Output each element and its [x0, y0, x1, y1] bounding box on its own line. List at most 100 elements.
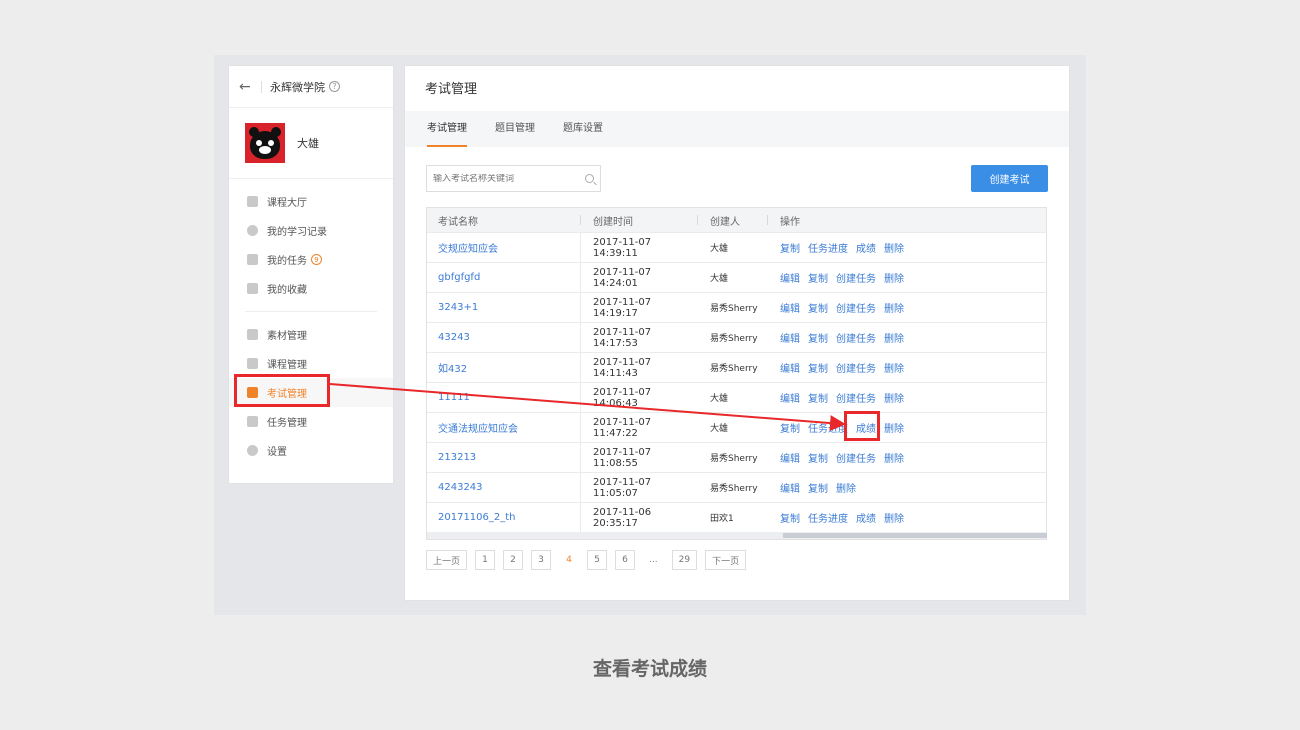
exam-name-link[interactable]: 交规应知应会	[427, 233, 581, 262]
edit-link[interactable]: 编辑	[780, 330, 800, 345]
exam-name-link[interactable]: 交通法规应知应会	[427, 413, 581, 442]
delete-link[interactable]: 删除	[884, 240, 904, 255]
row-actions: 编辑 复制 创建任务 删除	[768, 293, 1046, 322]
sidebar-item-materials[interactable]: 素材管理	[229, 320, 393, 349]
create-task-link[interactable]: 创建任务	[836, 450, 876, 465]
tab-exam-management[interactable]: 考试管理	[427, 111, 467, 147]
task-progress-link[interactable]: 任务进度	[808, 510, 848, 525]
horizontal-scrollbar[interactable]	[427, 532, 1047, 539]
row-actions: 复制 任务进度 成绩 删除	[768, 503, 1046, 532]
exam-name-link[interactable]: gbfgfgfd	[427, 263, 581, 292]
delete-link[interactable]: 删除	[884, 510, 904, 525]
help-icon[interactable]: ?	[329, 81, 340, 92]
edit-link[interactable]: 编辑	[780, 300, 800, 315]
back-arrow-icon[interactable]: ←	[239, 79, 257, 95]
bank-icon	[247, 196, 258, 207]
creator-name: 易秀Sherry	[710, 454, 758, 464]
column-header[interactable]: 创建时间	[581, 208, 698, 232]
creator-name: 大雄	[710, 424, 729, 434]
copy-link[interactable]: 复制	[808, 480, 828, 495]
copy-link[interactable]: 复制	[780, 240, 800, 255]
scrollbar-thumb[interactable]	[783, 533, 1047, 538]
page-title: 考试管理	[425, 82, 478, 97]
search-input[interactable]	[433, 173, 573, 184]
delete-link[interactable]: 删除	[884, 390, 904, 405]
sidebar-item-tasks[interactable]: 任务管理	[229, 407, 393, 436]
page-button[interactable]: 1	[475, 550, 496, 570]
row-actions: 编辑 复制 删除	[768, 473, 1046, 502]
sidebar-item-course-hall[interactable]: 课程大厅	[229, 187, 393, 216]
task-progress-link[interactable]: 任务进度	[808, 240, 848, 255]
annotation-highlight-box	[844, 411, 880, 441]
search-icon[interactable]	[585, 174, 594, 183]
bear-face-icon	[249, 127, 281, 159]
exam-name-link[interactable]: 3243+1	[427, 293, 581, 322]
tab-question-management[interactable]: 题目管理	[495, 111, 535, 147]
create-task-link[interactable]: 创建任务	[836, 360, 876, 375]
prev-page-button[interactable]: 上一页	[426, 550, 468, 570]
create-task-link[interactable]: 创建任务	[836, 270, 876, 285]
exam-name-link[interactable]: 4243243	[427, 473, 581, 502]
exam-name-link[interactable]: 213213	[427, 443, 581, 472]
exam-name-link[interactable]: 11111	[427, 383, 581, 412]
create-task-link[interactable]: 创建任务	[836, 300, 876, 315]
exam-name-link[interactable]: 43243	[427, 323, 581, 352]
column-header: 操作	[780, 216, 800, 228]
scores-link[interactable]: 成绩	[856, 240, 876, 255]
delete-link[interactable]: 删除	[884, 450, 904, 465]
copy-link[interactable]: 复制	[780, 420, 800, 435]
copy-link[interactable]: 复制	[808, 360, 828, 375]
sidebar: ← 永辉微学院 ? 大雄 课程大厅 我的学习记录 我的任务 9 我的收藏 素材管…	[228, 65, 394, 484]
created-time: 2017-11-07 11:08:55	[593, 446, 652, 469]
copy-link[interactable]: 复制	[808, 330, 828, 345]
table-header: 考试名称 创建时间 创建人 操作	[427, 208, 1046, 232]
page-button[interactable]: 29	[671, 550, 698, 570]
create-task-link[interactable]: 创建任务	[836, 390, 876, 405]
copy-link[interactable]: 复制	[808, 390, 828, 405]
edit-link[interactable]: 编辑	[780, 270, 800, 285]
delete-link[interactable]: 删除	[884, 330, 904, 345]
delete-link[interactable]: 删除	[836, 480, 856, 495]
sidebar-item-settings[interactable]: 设置	[229, 436, 393, 465]
copy-link[interactable]: 复制	[808, 450, 828, 465]
exam-name-link[interactable]: 如432	[427, 353, 581, 382]
row-actions: 编辑 复制 创建任务 删除	[768, 323, 1046, 352]
caption: 查看考试成绩	[592, 658, 707, 680]
task-check-icon	[247, 254, 258, 265]
create-exam-button[interactable]: 创建考试	[971, 165, 1048, 192]
copy-link[interactable]: 复制	[808, 300, 828, 315]
created-time: 2017-11-06 20:35:17	[593, 506, 652, 529]
sidebar-item-favorites[interactable]: 我的收藏	[229, 274, 393, 303]
page-button[interactable]: 2	[503, 550, 524, 570]
create-task-link[interactable]: 创建任务	[836, 330, 876, 345]
edit-link[interactable]: 编辑	[780, 450, 800, 465]
sidebar-item-learning-record[interactable]: 我的学习记录	[229, 216, 393, 245]
search-box	[426, 165, 601, 192]
table-row: 交规应知应会 2017-11-07 14:39:11 大雄 复制 任务进度 成绩 删除	[427, 232, 1046, 262]
delete-link[interactable]: 删除	[884, 300, 904, 315]
page-button[interactable]: 5	[587, 550, 608, 570]
delete-link[interactable]: 删除	[884, 420, 904, 435]
sidebar-item-my-tasks[interactable]: 我的任务 9	[229, 245, 393, 274]
exam-name-link[interactable]: 20171106_2_th	[427, 503, 581, 532]
tab-question-bank-settings[interactable]: 题库设置	[563, 111, 603, 147]
scores-link[interactable]: 成绩	[856, 510, 876, 525]
delete-link[interactable]: 删除	[884, 270, 904, 285]
page-button[interactable]: 3	[531, 550, 552, 570]
next-page-button[interactable]: 下一页	[705, 550, 747, 570]
bear-eye	[268, 140, 274, 146]
edit-link[interactable]: 编辑	[780, 360, 800, 375]
task-progress-link[interactable]: 任务进度	[808, 420, 848, 435]
column-header[interactable]: 创建人	[698, 208, 768, 232]
edit-link[interactable]: 编辑	[780, 480, 800, 495]
creator-name: 易秀Sherry	[710, 484, 758, 494]
page-button[interactable]: 6	[615, 550, 636, 570]
avatar[interactable]	[245, 123, 285, 163]
edit-link[interactable]: 编辑	[780, 390, 800, 405]
delete-link[interactable]: 删除	[884, 360, 904, 375]
column-header[interactable]: 考试名称	[427, 208, 581, 232]
table-row: 3243+1 2017-11-07 14:19:17 易秀Sherry 编辑 复制 创建任…	[427, 292, 1046, 322]
sidebar-item-label: 任务管理	[267, 418, 307, 429]
copy-link[interactable]: 复制	[808, 270, 828, 285]
copy-link[interactable]: 复制	[780, 510, 800, 525]
